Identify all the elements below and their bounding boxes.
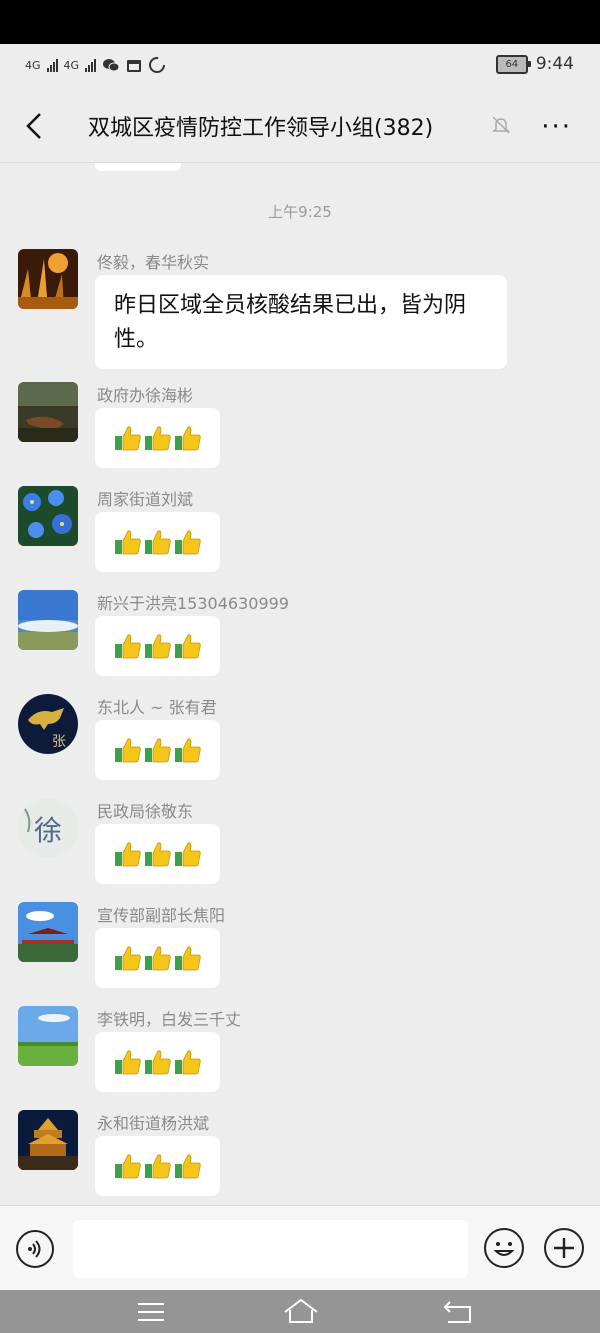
input-bar [0,1205,600,1291]
message-input[interactable] [73,1220,468,1278]
avatar[interactable] [18,1110,78,1170]
plus-icon[interactable] [544,1228,584,1268]
thumbs-up-icon [114,530,141,555]
signal-1-label: 4G [25,58,41,72]
message-text: 昨日区域全员核酸结果已出，皆为阴性。 [114,293,467,352]
thumbs-up-icon [114,1050,141,1075]
thumbs-up-icon [144,1154,171,1179]
thumbs-up-icon [174,426,201,451]
thumbs-up-icon [144,634,171,659]
smiley-icon[interactable] [484,1228,524,1268]
emoji-bubble[interactable] [95,720,220,780]
status-left: 4G 4G [25,56,166,74]
thumbs-up-icon [114,842,141,867]
status-right: 64 9:44 [495,54,574,74]
system-navigation-bar [0,1290,600,1333]
sender-name: 民政局徐敬东 [97,802,194,821]
emoji-bubble[interactable] [95,1136,220,1196]
sender-name: 政府办徐海彬 [97,386,194,405]
thumbs-up-icon [174,738,201,763]
bell-off-icon [492,116,510,134]
avatar[interactable] [18,1006,78,1066]
emoji-bubble[interactable] [95,616,220,676]
sender-name: 永和街道杨洪斌 [97,1114,210,1133]
menu-icon[interactable] [136,1300,166,1324]
home-icon[interactable] [282,1296,320,1326]
thumbs-up-icon [114,946,141,971]
clock: 9:44 [535,54,574,74]
thumbs-up-icon [174,842,201,867]
thumbs-up-icon [114,738,141,763]
previous-message-bubble [95,163,181,171]
thumbs-up-icon [114,1154,141,1179]
message-list[interactable]: 上午9:25 佟毅，春华秋实 昨日区域全员核酸结果已出，皆为阴性。 政府办徐海彬… [0,163,600,1205]
wechat-notification-icon [103,59,120,72]
thumbs-up-icon [144,738,171,763]
thumbs-up-icon [144,946,171,971]
emoji-bubble[interactable] [95,824,220,884]
signal-2-label: 4G [63,58,80,72]
calendar-notification-icon [127,60,142,72]
thumbs-up-icon [114,634,141,659]
emoji-bubble[interactable] [95,512,220,572]
avatar[interactable] [18,382,78,442]
chevron-left-icon[interactable] [20,110,52,142]
avatar[interactable]: 徐 [18,798,78,858]
status-bar: 4G 4G 64 9:44 [0,44,600,90]
message-bubble[interactable]: 昨日区域全员核酸结果已出，皆为阴性。 [95,275,507,369]
thumbs-up-icon [144,426,171,451]
avatar[interactable] [18,590,78,650]
thumbs-up-icon [174,634,201,659]
emoji-bubble[interactable] [95,408,220,468]
thumbs-up-icon [144,530,171,555]
sender-name: 新兴于洪亮15304630999 [97,594,289,613]
more-icon[interactable]: ··· [541,112,572,142]
avatar-text: 张 [52,734,66,750]
avatar[interactable] [18,902,78,962]
signal-1-icon [46,58,58,72]
signal-2-icon [85,58,97,72]
avatar-text: 徐 [34,814,62,847]
loading-notification-icon [149,57,166,73]
sender-name: 周家街道刘斌 [97,490,194,509]
thumbs-up-icon [174,1050,201,1075]
voice-icon[interactable] [16,1230,54,1268]
sender-name: 佟毅，春华秋实 [97,253,210,272]
sender-name: 李铁明，白发三千丈 [97,1010,242,1029]
message-timestamp: 上午9:25 [268,203,332,221]
battery-icon: 64 [495,54,531,74]
emoji-bubble[interactable] [95,1032,220,1092]
thumbs-up-icon [174,1154,201,1179]
emoji-bubble[interactable] [95,928,220,988]
sender-name: 宣传部副部长焦阳 [97,906,226,925]
sender-name: 东北人 ~ 张有君 [97,698,217,717]
avatar[interactable]: 张 [18,694,78,754]
battery-level: 64 [505,58,519,70]
chat-header: 双城区疫情防控工作领导小组(382) ··· [0,90,600,163]
thumbs-up-icon [144,842,171,867]
group-title: 双城区疫情防控工作领导小组(382) [88,116,434,141]
avatar[interactable] [18,486,78,546]
avatar[interactable] [18,249,78,309]
top-black-bar [0,0,600,44]
thumbs-up-icon [144,1050,171,1075]
back-nav-icon[interactable] [442,1298,474,1326]
thumbs-up-icon [174,530,201,555]
thumbs-up-icon [174,946,201,971]
thumbs-up-icon [114,426,141,451]
